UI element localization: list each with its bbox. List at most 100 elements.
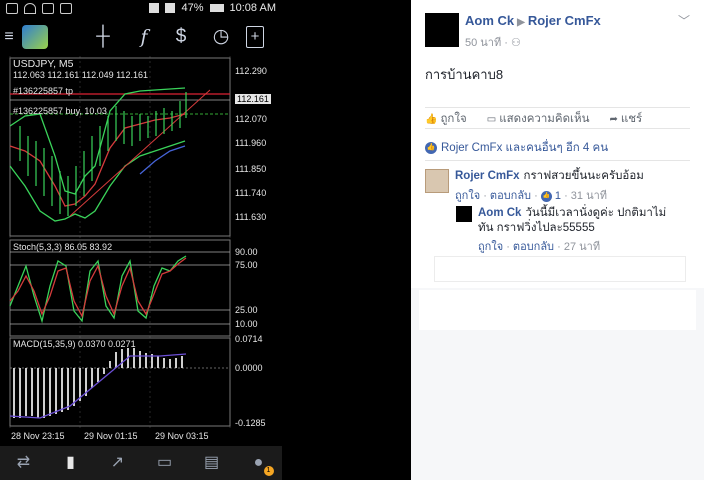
mt4-bottom-nav: ⇄ ▮ ↗ ▭ ▤ ● 1 [0,446,282,480]
comment-reply-button[interactable]: ตอบกลับ [490,190,531,202]
price-tick: 111.740 [235,188,267,198]
post-meta: 50 นาที · ⚇ [465,37,521,49]
comment-text: กราฟสวยขึ้นนะครับอ้อม [523,170,644,182]
post-author[interactable]: Aom Ck [465,13,514,28]
battery-percent: 47% [181,2,204,14]
quotes-icon[interactable]: ⇄ [13,452,35,474]
comment-icon: ▭ [486,113,497,125]
macd-tick: 0.0000 [235,363,263,373]
mt4-toolbar: ≡ ┼ f $ ◷ + [0,22,282,52]
buy-line-label: #136225857 buy, 10.03 [13,106,107,116]
price-tick: 112.070 [235,114,267,124]
like-reaction-icon: 👍 [425,142,437,154]
chat-badge: 1 [263,466,274,476]
comment-controls: ถูกใจ · ตอบกลับ · 👍 1 · 31 นาที [455,190,608,202]
chat-icon[interactable]: ● 1 [248,452,274,476]
likes-summary[interactable]: 👍 Rojer CmFx และคนอื่นๆ อีก 4 คน [425,139,608,157]
menu-icon[interactable]: ≡ [2,22,16,52]
mail-icon [42,3,54,14]
current-price-tag: 112.161 [235,94,271,104]
ohlc-label: 112.063 112.161 112.049 112.161 [13,70,148,80]
post-time[interactable]: 50 นาที [465,37,501,49]
time-tick: 29 Nov 03:15 [155,431,209,441]
history-icon[interactable]: ▭ [154,452,176,474]
image-icon [60,3,72,14]
post-actions: 👍 ถูกใจ ▭ แสดงความคิดเห็น ➦ แชร์ [425,107,690,129]
commenter-avatar[interactable] [456,206,472,222]
price-tick: 111.960 [235,138,267,148]
reply-comment: Aom Ck วันนี้มีเวลานั่งดูค่ะ ปกติมาไม่ ทั… [456,206,686,254]
status-icons [6,3,72,14]
thumbs-up-icon: 👍 [425,113,438,125]
status-time: 10:08 AM [229,2,276,14]
post-header: Aom Ck ▶ Rojer CmFx 50 นาที · ⚇ ﹀ [411,0,704,56]
time-tick: 28 Nov 23:15 [11,431,65,441]
chart-icon[interactable]: ▮ [60,452,82,474]
macd-signal-line [9,353,187,419]
new-order-icon[interactable]: + [246,26,264,48]
comment-button[interactable]: ▭ แสดงความคิดเห็น [487,110,590,128]
stoch-tick: 90.00 [235,247,258,257]
like-reaction-icon: 👍 [540,190,552,202]
stoch-tick: 75.00 [235,260,258,270]
comment-time[interactable]: 31 นาที [571,190,607,202]
reply-input[interactable] [434,256,686,282]
comment: Rojer CmFx กราฟสวยขึ้นนะครับอ้อม ถูกใจ · … [425,169,685,205]
stoch-label: Stoch(5,3,3) 86.05 83.92 [13,242,113,252]
price-tick: 111.850 [235,164,267,174]
signal-icon [149,3,160,13]
comment-body: Rojer CmFx กราฟสวยขึ้นนะครับอ้อม [455,169,644,184]
post-target[interactable]: Rojer CmFx [528,13,601,28]
comment-like-count[interactable]: 1 [555,190,561,202]
trade-icon[interactable]: ↗ [107,452,129,474]
comment-reply-button[interactable]: ตอบกลับ [513,241,554,253]
stoch-tick: 10.00 [235,319,258,329]
stoch-tick: 25.00 [235,305,258,315]
comment-like-button[interactable]: ถูกใจ [478,241,503,253]
stoch-signal-line [9,257,187,318]
screenshot-root: 47% 10:08 AM ≡ ┼ f $ ◷ + USDJPY, M5 112.… [0,0,704,480]
audience-icon: ⚇ [511,37,521,49]
comment-author[interactable]: Rojer CmFx [455,170,520,182]
objects-icon[interactable]: $ [166,22,196,52]
arrow-right-icon: ▶ [517,17,525,28]
battery-icon [209,4,224,12]
share-icon: ➦ [609,113,618,125]
comment-body: Aom Ck วันนี้มีเวลานั่งดูค่ะ ปกติมาไม่ ทั… [478,206,666,236]
comment-like-button[interactable]: ถูกใจ [455,190,480,202]
comment-controls: ถูกใจ · ตอบกลับ · 27 นาที [478,241,601,253]
below-post-area [411,288,704,480]
macd-label: MACD(15,35,9) 0.0370 0.0271 [13,339,136,349]
tp-line-label: #136225857 tp [13,86,74,96]
comment-time[interactable]: 27 นาที [564,241,600,253]
price-tick: 111.630 [235,212,267,222]
mt4-phone-screen: 47% 10:08 AM ≡ ┼ f $ ◷ + USDJPY, M5 112.… [0,0,282,480]
comment-text-line: ทัน กราฟวิ่งไปละ55555 [478,222,595,234]
comment-text-line: วันนี้มีเวลานั่งดูค่ะ ปกติมาไม่ [525,207,667,219]
news-icon[interactable]: ▤ [201,452,223,474]
share-button[interactable]: ➦ แชร์ [609,110,642,128]
comment-author[interactable]: Aom Ck [478,207,521,219]
notification-icon [6,3,18,14]
timeframe-clock-icon[interactable]: ◷ [206,22,236,52]
price-chart[interactable]: USDJPY, M5 112.063 112.161 112.049 112.1… [0,56,282,444]
divider [425,160,690,161]
macd-tick: 0.0714 [235,334,263,344]
crosshair-icon[interactable]: ┼ [88,22,118,52]
post-author-line: Aom Ck ▶ Rojer CmFx [465,13,601,28]
author-avatar[interactable] [425,13,459,47]
commenter-avatar[interactable] [425,169,449,193]
macd-tick: -0.1285 [235,418,266,428]
mt4-logo-icon [22,25,48,49]
data-icon [165,3,176,13]
status-bar: 47% 10:08 AM [0,0,282,18]
chevron-down-icon[interactable]: ﹀ [678,12,690,29]
main-panel-frame [9,57,231,237]
wifi-icon [24,3,36,14]
indicators-icon[interactable]: f [129,22,159,52]
time-tick: 29 Nov 01:15 [84,431,138,441]
next-card [419,290,696,330]
like-button[interactable]: 👍 ถูกใจ [425,110,467,128]
symbol-label: USDJPY, M5 [13,58,74,70]
moving-average-blue [139,145,186,175]
